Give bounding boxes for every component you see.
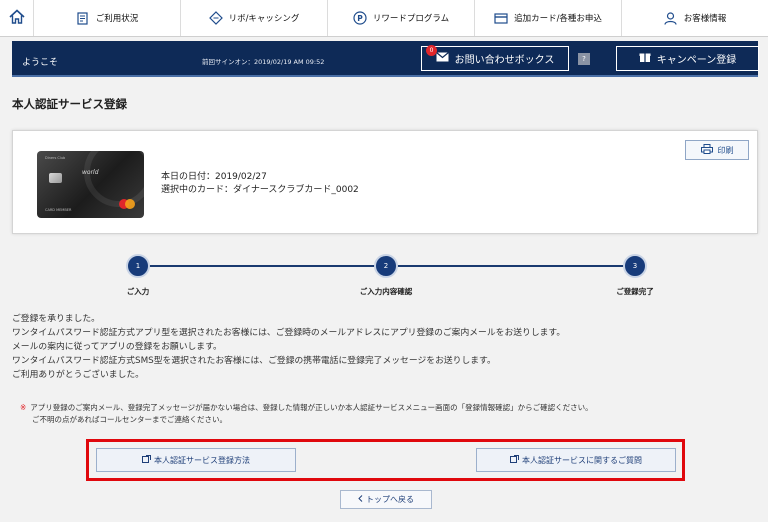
print-button[interactable]: 印刷 xyxy=(685,140,749,160)
help-icon[interactable]: ? xyxy=(578,53,590,65)
inquiry-box-button[interactable]: お問い合わせボックス xyxy=(421,46,569,71)
external-link-icon xyxy=(142,455,151,465)
step-2-label: ご入力内容確認 xyxy=(359,287,413,296)
nav-customer-info[interactable]: お客様情報 xyxy=(622,0,768,36)
nav-rewards-label: リワードプログラム xyxy=(372,14,450,24)
home-icon xyxy=(8,9,25,27)
mastercard-logo-icon-2 xyxy=(125,199,135,209)
note-line-2: ご不明の点があればコールセンターまでご連絡ください。 xyxy=(32,415,227,424)
printer-icon xyxy=(700,144,713,156)
nav-usage[interactable]: ご利用状況 xyxy=(34,0,181,36)
completion-message: ご登録を承りました。 ワンタイムパスワード認証方式アプリ型を選択されたお客様には… xyxy=(12,312,565,382)
registration-method-label: 本人認証サービス登録方法 xyxy=(154,455,250,465)
card-brand-text: Diners Club xyxy=(45,156,66,160)
diamond-arrows-icon xyxy=(208,11,223,25)
top-navigation: ご利用状況 リボ/キャッシング P リワードプログラム 追加カード/各種お申込 … xyxy=(0,0,768,37)
back-to-top-button[interactable]: トップへ戻る xyxy=(340,490,432,509)
step-3-circle: 3 xyxy=(623,254,647,278)
message-line: ワンタイムパスワード認証方式アプリ型を選択されたお客様には、ご登録時のメールアド… xyxy=(12,328,566,338)
step-1-label: ご入力 xyxy=(126,287,150,296)
campaign-button[interactable]: キャンペーン登録 xyxy=(616,46,759,71)
p-circle-icon: P xyxy=(353,11,367,25)
nav-usage-label: ご利用状況 xyxy=(95,14,139,24)
message-line: ワンタイムパスワード認証方式SMS型を選択されたお客様には、ご登録の携帯電話に登… xyxy=(12,356,496,366)
card-swirl-decoration xyxy=(84,151,144,207)
user-icon xyxy=(664,11,678,25)
home-button[interactable] xyxy=(0,0,34,36)
faq-label: 本人認証サービスに関するご質問 xyxy=(522,455,642,465)
inbox-count-badge: 0 xyxy=(426,45,437,56)
card-panel: Diners Club world CARD MEMBER 本日の日付：2019… xyxy=(12,130,758,234)
step-2-circle: 2 xyxy=(374,254,398,278)
note-mark: ※ xyxy=(20,403,27,412)
inquiry-box-label: お問い合わせボックス xyxy=(454,55,555,66)
card-world-text: world xyxy=(82,169,99,176)
step-1-circle: 1 xyxy=(126,254,150,278)
message-line: ご登録を承りました。 xyxy=(12,314,100,324)
nav-customer-info-label: お客様情報 xyxy=(683,14,727,24)
document-icon xyxy=(76,11,90,25)
envelope-icon xyxy=(435,52,449,65)
message-line: ご利用ありがとうございました。 xyxy=(12,370,144,380)
nav-additional-card-label: 追加カード/各種お申込 xyxy=(514,14,602,24)
last-signin-text: 前回サインオン：2019/02/19 AM 09:52 xyxy=(202,58,325,66)
nav-revolving-label: リボ/キャッシング xyxy=(228,14,300,24)
nav-rewards[interactable]: P リワードプログラム xyxy=(328,0,475,36)
card-image: Diners Club world CARD MEMBER xyxy=(37,151,144,218)
gift-icon xyxy=(639,51,651,66)
step-3-label: ご登録完了 xyxy=(616,287,654,296)
message-line: メールの案内に従ってアプリの登録をお願いします。 xyxy=(12,342,222,352)
chevron-left-icon xyxy=(358,495,363,504)
selected-card: 選択中のカード：ダイナースクラブカード_0002 xyxy=(161,185,359,195)
chip-icon xyxy=(49,173,62,183)
note-line-1: アプリ登録のご案内メール、登録完了メッセージが届かない場合は、登録した情報が正し… xyxy=(30,403,593,412)
svg-text:P: P xyxy=(357,14,363,23)
print-label: 印刷 xyxy=(717,145,734,155)
back-to-top-label: トップへ戻る xyxy=(366,495,414,504)
card-member-text: CARD MEMBER xyxy=(45,208,72,212)
faq-link[interactable]: 本人認証サービスに関するご質問 xyxy=(476,448,676,472)
nav-revolving[interactable]: リボ/キャッシング xyxy=(181,0,328,36)
notice: ※ アプリ登録のご案内メール、登録完了メッセージが届かない場合は、登録した情報が正… xyxy=(20,402,593,426)
nav-additional-card[interactable]: 追加カード/各種お申込 xyxy=(475,0,622,36)
external-link-icon xyxy=(510,455,519,465)
welcome-text: ようこそ xyxy=(22,58,59,68)
today-date: 本日の日付：2019/02/27 xyxy=(161,172,267,182)
campaign-label: キャンペーン登録 xyxy=(656,55,737,66)
header-bar: ようこそ 前回サインオン：2019/02/19 AM 09:52 お問い合わせボ… xyxy=(12,41,759,77)
page-title: 本人認証サービス登録 xyxy=(12,97,127,111)
card-info: 本日の日付：2019/02/27 選択中のカード：ダイナースクラブカード_000… xyxy=(161,171,359,197)
registration-method-link[interactable]: 本人認証サービス登録方法 xyxy=(96,448,296,472)
card-icon xyxy=(494,11,508,25)
